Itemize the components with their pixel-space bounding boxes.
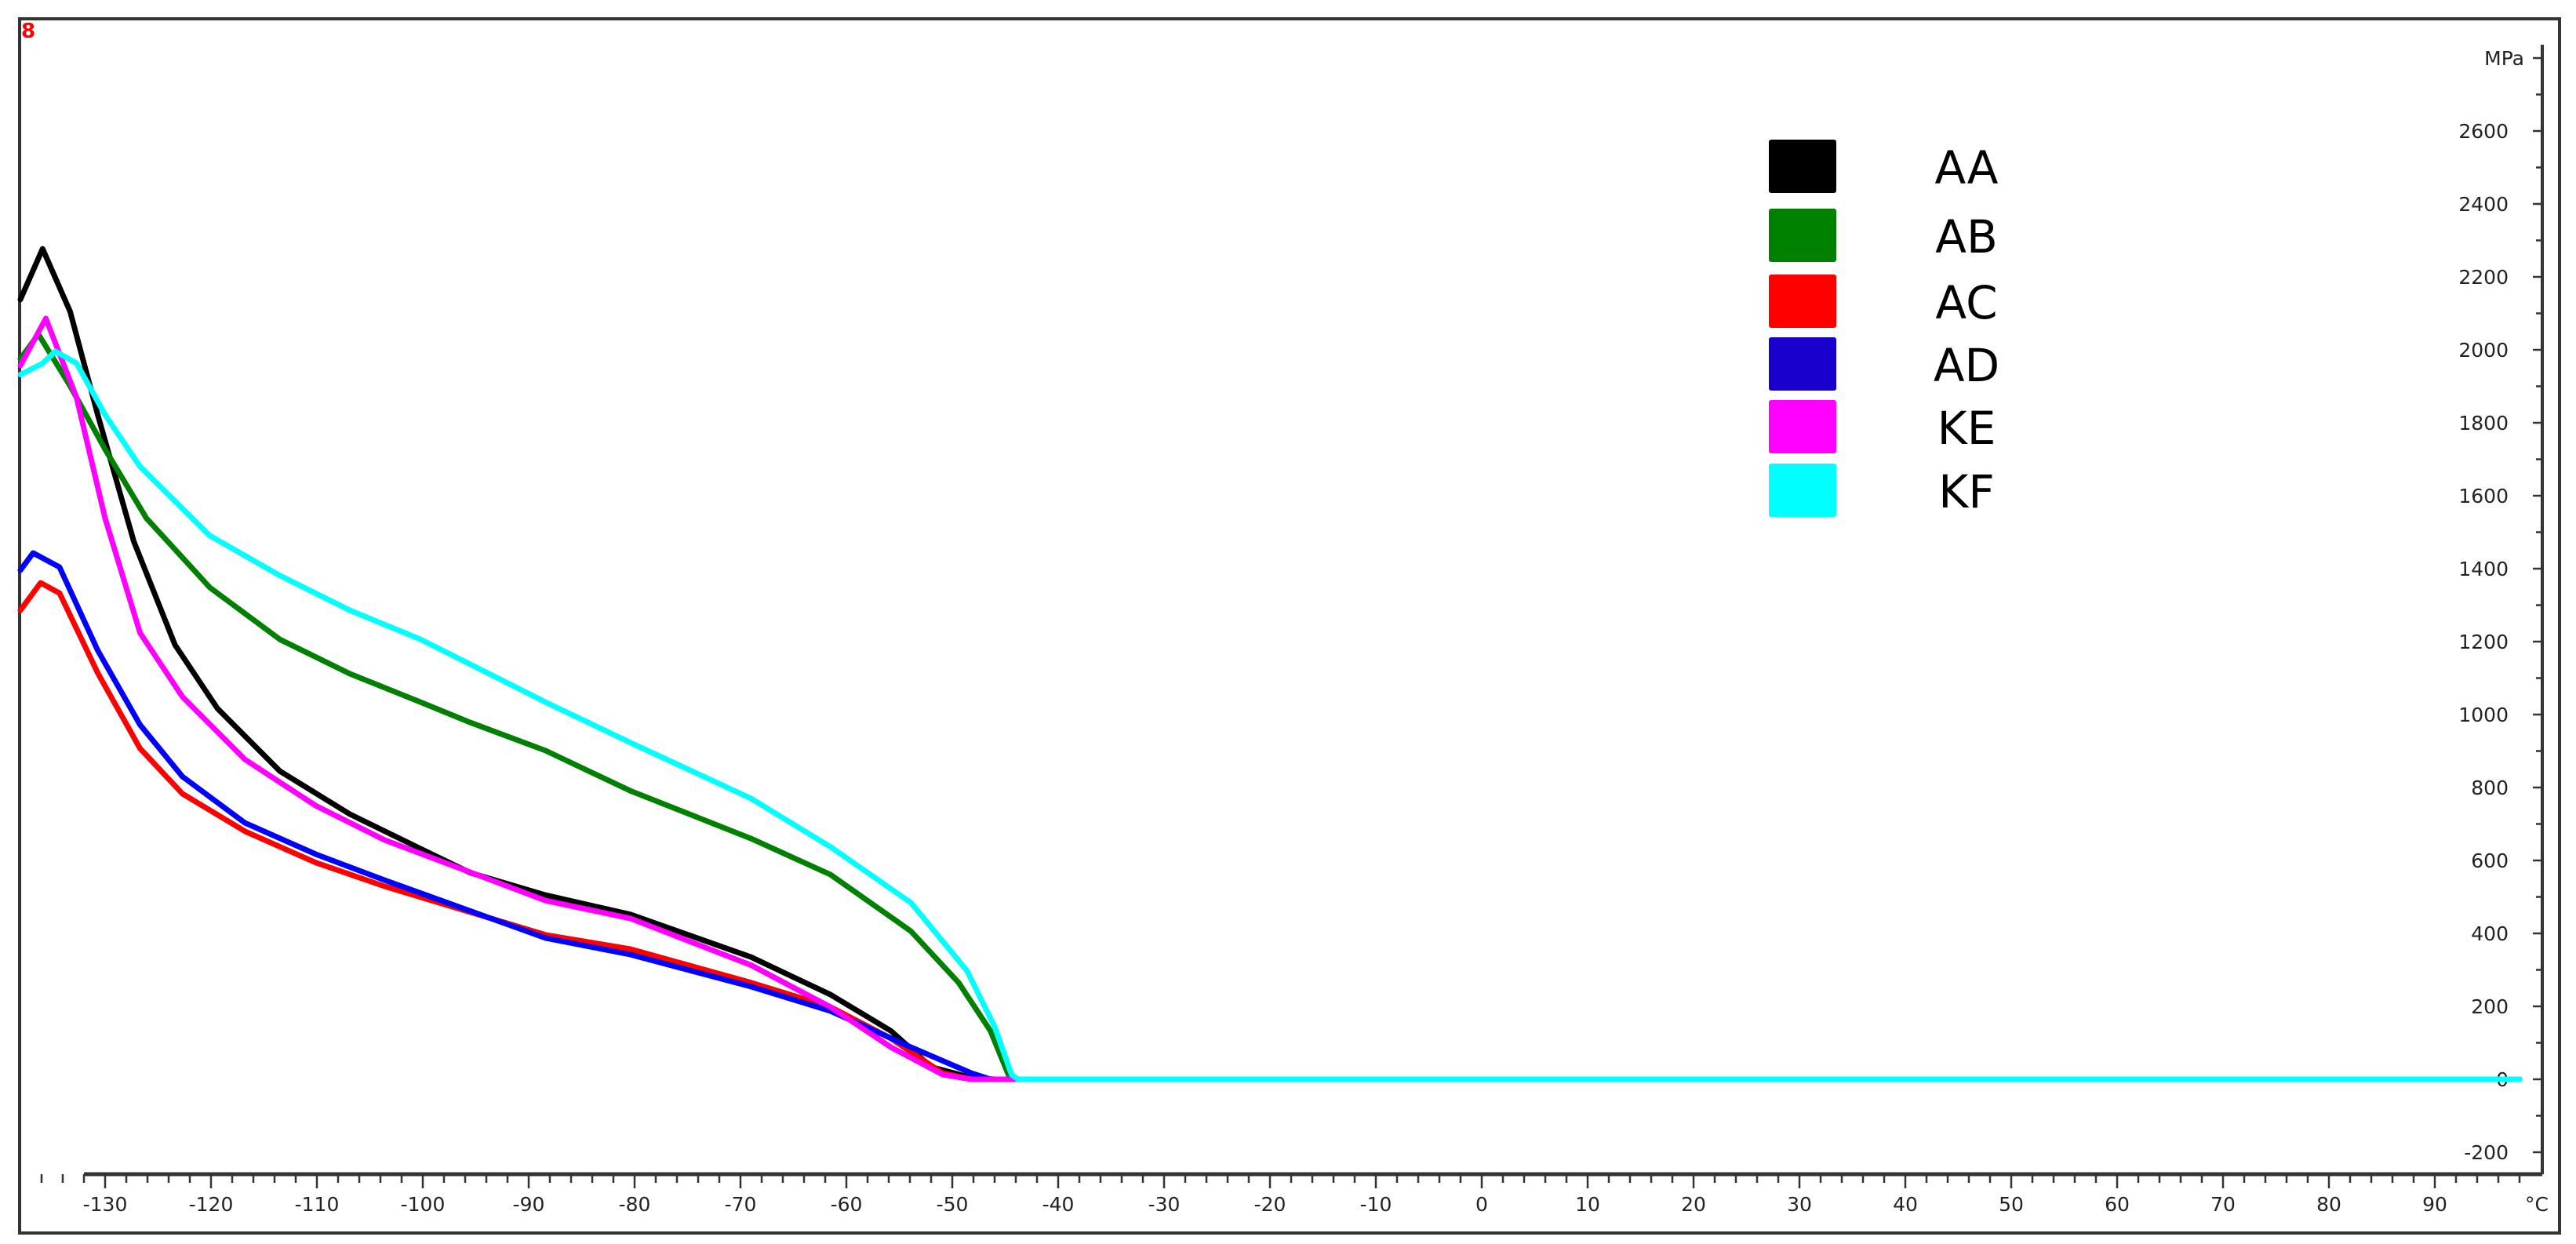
x-tick-label: 50 [1999, 1193, 2024, 1216]
x-tick-label: 30 [1787, 1193, 1812, 1216]
x-tick-label: -100 [401, 1193, 446, 1216]
legend-label-ad: AD [1934, 339, 1999, 392]
x-tick-label: -110 [295, 1193, 340, 1216]
legend-label-kf: KF [1938, 465, 1994, 518]
x-tick-label: 70 [2210, 1193, 2236, 1216]
x-tick-label: 40 [1893, 1193, 1918, 1216]
y-tick-label: 2200 [2458, 266, 2509, 289]
x-tick-label: -50 [937, 1193, 969, 1216]
x-tick-label: -10 [1360, 1193, 1392, 1216]
legend-swatch-aa [1769, 140, 1836, 193]
y-tick-label: 1200 [2458, 631, 2509, 653]
y-tick-label: 2000 [2458, 339, 2509, 362]
x-tick-label: -20 [1254, 1193, 1286, 1216]
chart-frame [18, 17, 2561, 1235]
y-tick-label: 2600 [2458, 120, 2509, 143]
legend-swatch-ke [1769, 400, 1836, 453]
x-unit-label: °C [2525, 1193, 2549, 1216]
y-tick-label: 200 [2471, 995, 2509, 1018]
x-tick-label: -120 [189, 1193, 234, 1216]
x-tick-label: -60 [831, 1193, 863, 1216]
chart: 8 -130 -120 -110 -100 -90 -80 -70 -60 -50 -40 -30-… [17, 17, 2561, 1235]
y-tick-label: 2400 [2458, 193, 2509, 216]
x-tick-label: 80 [2316, 1193, 2341, 1216]
x-tick-label: -90 [513, 1193, 545, 1216]
x-tick-label: 20 [1681, 1193, 1706, 1216]
y-tick-label: 400 [2471, 922, 2509, 945]
legend-label-ac: AC [1935, 276, 1997, 329]
x-tick-label: -70 [725, 1193, 757, 1216]
legend-label-ab: AB [1935, 210, 1997, 264]
y-tick-label: -200 [2464, 1141, 2509, 1164]
x-tick-label: -30 [1148, 1193, 1181, 1216]
x-tick-label: 60 [2105, 1193, 2130, 1216]
y-tick-label: 1400 [2458, 558, 2509, 580]
legend-label-aa: AA [1935, 141, 1999, 195]
legend-swatch-ab [1769, 209, 1836, 262]
x-tick-label: 10 [1575, 1193, 1600, 1216]
x-tick-label: 0 [1475, 1193, 1488, 1216]
y-unit-label: MPa [2484, 47, 2524, 70]
y-tick-label: 1600 [2458, 485, 2509, 507]
x-tick-label: -40 [1042, 1193, 1075, 1216]
x-tick-label: -80 [619, 1193, 651, 1216]
legend-swatch-ac [1769, 275, 1836, 328]
y-tick-label: 800 [2471, 777, 2509, 799]
x-tick-label: -130 [83, 1193, 128, 1216]
legend-swatch-ad [1769, 337, 1836, 391]
y-tick-label: 1000 [2458, 704, 2509, 726]
corner-marker: 8 [21, 20, 35, 43]
legend-label-ke: KE [1937, 402, 1996, 455]
y-tick-label: 1800 [2458, 412, 2509, 435]
legend-swatch-kf [1769, 464, 1836, 517]
y-tick-label: 600 [2471, 849, 2509, 872]
x-tick-label: 90 [2422, 1193, 2447, 1216]
